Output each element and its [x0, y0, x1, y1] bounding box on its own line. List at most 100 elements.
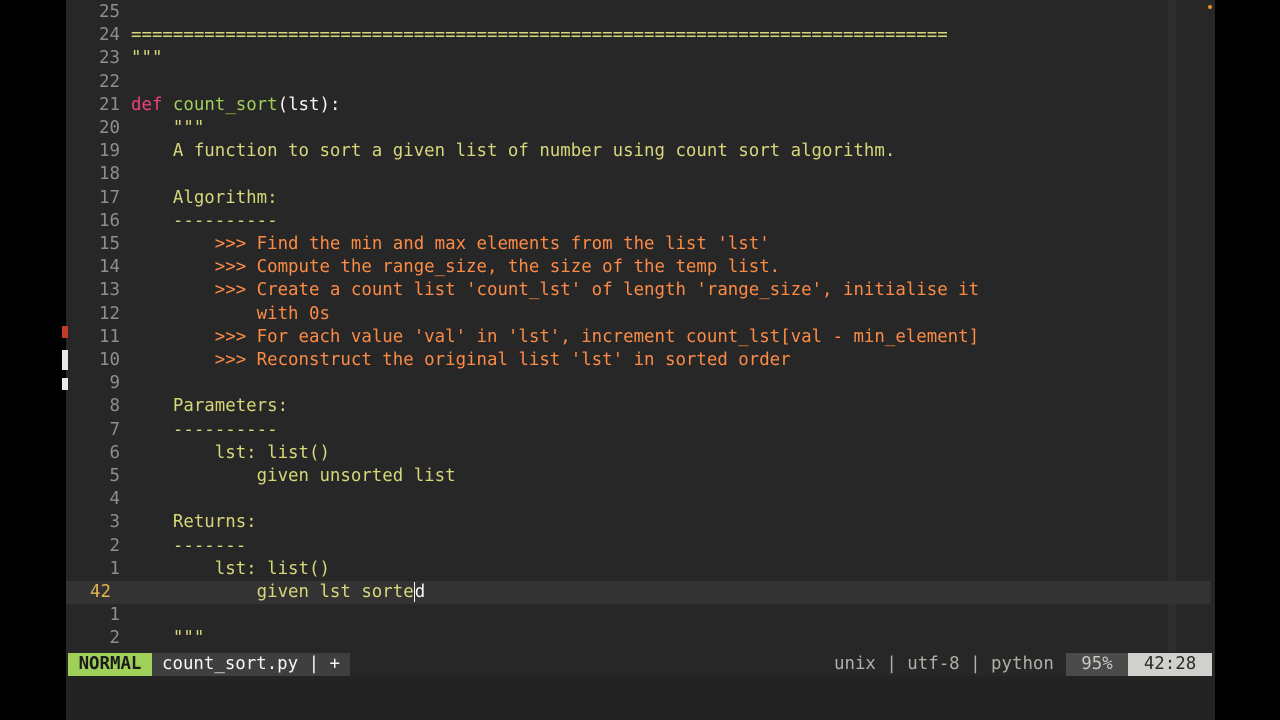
code-line[interactable]: 17 Algorithm: — [66, 187, 1211, 210]
code-text: Parameters: — [131, 395, 288, 418]
editor-buffer[interactable]: 25 24 ====================================… — [66, 0, 1215, 652]
line-number: 1 — [109, 605, 120, 626]
code-line[interactable]: 12 with 0s — [66, 303, 1211, 326]
line-number: 8 — [109, 396, 120, 417]
code-line[interactable]: 1 lst: list() — [66, 558, 1211, 581]
command-line[interactable] — [66, 676, 1215, 720]
code-text: ========================================… — [131, 24, 948, 47]
code-line[interactable]: 6 lst: list() — [66, 442, 1211, 465]
line-number: 25 — [99, 2, 120, 22]
line-number: 4 — [109, 489, 120, 510]
line-number: 6 — [109, 442, 120, 463]
code-token: """ — [131, 48, 163, 69]
code-text: """ — [131, 47, 162, 70]
line-number: 12 — [99, 303, 120, 324]
code-line[interactable]: 15 >>> Find the min and max elements fro… — [66, 233, 1211, 256]
code-line[interactable]: 10 >>> Reconstruct the original list 'ls… — [66, 349, 1211, 372]
line-number: 11 — [99, 326, 120, 347]
code-token: count_sort — [172, 94, 278, 115]
code-text: given lst sorted — [131, 581, 426, 604]
line-number: 2 — [109, 535, 120, 556]
code-token: (lst): — [277, 94, 341, 115]
code-text: """ — [131, 627, 204, 650]
scroll-percent: 95% — [1066, 653, 1128, 676]
code-text: Returns: — [131, 511, 257, 534]
line-number: 1 — [109, 558, 120, 579]
code-line[interactable]: 23 """ — [66, 47, 1211, 70]
code-token: ------- — [131, 535, 247, 556]
code-line[interactable]: 20 """ — [66, 117, 1211, 140]
code-token: ========================================… — [131, 25, 948, 46]
code-text: lst: list() — [131, 558, 330, 581]
code-token: >>> For each value 'val' in 'lst', incre… — [214, 326, 980, 347]
line-number: 42 — [90, 582, 111, 602]
code-text: with 0s — [131, 303, 330, 326]
code-token: lst: list() — [131, 442, 330, 463]
left-edge-marker — [62, 350, 68, 370]
code-line[interactable]: 1 — [66, 604, 1211, 627]
code-token: ---------- — [131, 210, 278, 231]
line-number: 16 — [99, 210, 120, 231]
file-info: unix | utf-8 | python — [834, 654, 1054, 674]
code-line[interactable]: 5 given unsorted list — [66, 465, 1211, 488]
code-token: with 0s — [256, 303, 330, 324]
line-number: 13 — [99, 280, 120, 301]
line-number: 24 — [99, 25, 120, 46]
code-line[interactable]: 22 — [66, 71, 1211, 94]
line-number: 14 — [99, 257, 120, 278]
code-token: Returns: — [131, 512, 257, 533]
cursor-line[interactable]: 42 given lst sorted — [66, 581, 1211, 604]
code-line[interactable]: 4 — [66, 488, 1211, 511]
notification-dot-icon — [1208, 5, 1212, 9]
line-number: 18 — [99, 164, 120, 185]
code-text: """ — [131, 117, 204, 140]
file-name: count_sort.py | + — [152, 653, 350, 676]
line-number: 17 — [99, 187, 120, 208]
line-number: 9 — [109, 373, 120, 394]
code-line[interactable]: 2 ------- — [66, 535, 1211, 558]
code-line[interactable]: 7 ---------- — [66, 419, 1211, 442]
code-line[interactable]: 18 — [66, 163, 1211, 186]
code-text: Algorithm: — [131, 187, 278, 210]
code-token: >>> Find the min and max elements from t… — [214, 234, 770, 254]
code-text: def count_sort(lst): — [131, 94, 340, 117]
line-number: 3 — [109, 512, 120, 533]
code-line[interactable]: 14 >>> Compute the range_size, the size … — [66, 256, 1211, 279]
code-line[interactable]: 19 A function to sort a given list of nu… — [66, 140, 1211, 163]
code-line[interactable]: 9 — [66, 372, 1211, 395]
code-text: >>> For each value 'val' in 'lst', incre… — [131, 326, 979, 349]
code-token: given unsorted list — [131, 466, 456, 486]
line-number: 10 — [99, 350, 120, 370]
code-text: ---------- — [131, 419, 278, 442]
code-token: >>> Create a count list 'count_lst' of l… — [214, 280, 980, 301]
code-line[interactable]: 24 ======================================… — [66, 24, 1211, 47]
code-text: given unsorted list — [131, 465, 456, 488]
code-text: A function to sort a given list of numbe… — [131, 140, 895, 163]
line-number: 5 — [109, 466, 120, 486]
code-token: >>> Compute the range_size, the size of … — [214, 257, 781, 278]
status-line: NORMAL count_sort.py | + unix | utf-8 | … — [66, 653, 1215, 676]
code-text: lst: list() — [131, 442, 330, 465]
code-line[interactable]: 11 >>> For each value 'val' in 'lst', in… — [66, 326, 1211, 349]
code-line[interactable]: 25 — [66, 1, 1211, 24]
code-text: >>> Find the min and max elements from t… — [131, 233, 770, 256]
code-line[interactable]: 8 Parameters: — [66, 395, 1211, 418]
line-number: 7 — [109, 419, 120, 440]
code-line[interactable]: 3 Returns: — [66, 511, 1211, 534]
line-number: 2 — [109, 628, 120, 649]
code-text: ------- — [131, 535, 246, 558]
code-line[interactable]: 21 def count_sort(lst): — [66, 94, 1211, 117]
code-line[interactable]: 2 """ — [66, 627, 1211, 650]
code-line[interactable]: 16 ---------- — [66, 210, 1211, 233]
code-token: lst: list() — [131, 558, 330, 579]
code-text: >>> Reconstruct the original list 'lst' … — [131, 349, 791, 372]
code-token: A function to sort a given list of numbe… — [131, 141, 896, 162]
code-text: >>> Create a count list 'count_lst' of l… — [131, 279, 979, 302]
code-line[interactable]: 13 >>> Create a count list 'count_lst' o… — [66, 279, 1211, 302]
cursor-position: 42:28 — [1128, 653, 1212, 676]
line-number: 15 — [99, 234, 120, 254]
